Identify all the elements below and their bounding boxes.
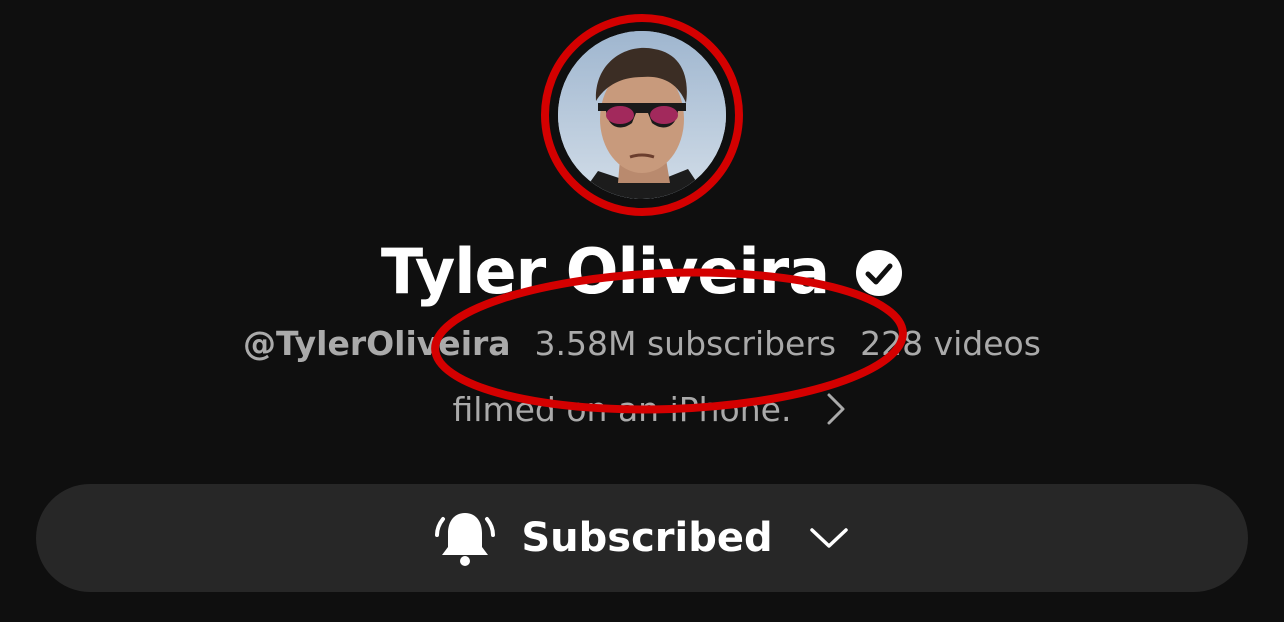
- channel-title-row: Tyler Oliveira: [0, 232, 1284, 310]
- channel-description[interactable]: filmed on an iPhone.: [453, 390, 792, 429]
- avatar[interactable]: [558, 31, 726, 199]
- bell-icon: [435, 507, 496, 569]
- channel-name: Tyler Oliveira: [380, 234, 830, 308]
- channel-header: Tyler Oliveira @TylerOliveira 3.58M subs…: [0, 0, 1284, 622]
- subscribed-button[interactable]: Subscribed: [36, 484, 1248, 592]
- video-count: 228 videos: [860, 323, 1041, 363]
- channel-meta-row: @TylerOliveira 3.58M subscribers 228 vid…: [0, 320, 1284, 366]
- avatar-container[interactable]: [540, 13, 744, 217]
- channel-handle: @TylerOliveira: [243, 323, 511, 363]
- subscriber-count: 3.58M subscribers: [534, 323, 837, 363]
- chevron-right-icon[interactable]: [821, 389, 851, 429]
- chevron-down-icon[interactable]: [809, 525, 849, 551]
- subscribed-label: Subscribed: [521, 515, 773, 561]
- channel-description-row[interactable]: filmed on an iPhone.: [0, 386, 1284, 432]
- verified-check-icon: [855, 249, 903, 297]
